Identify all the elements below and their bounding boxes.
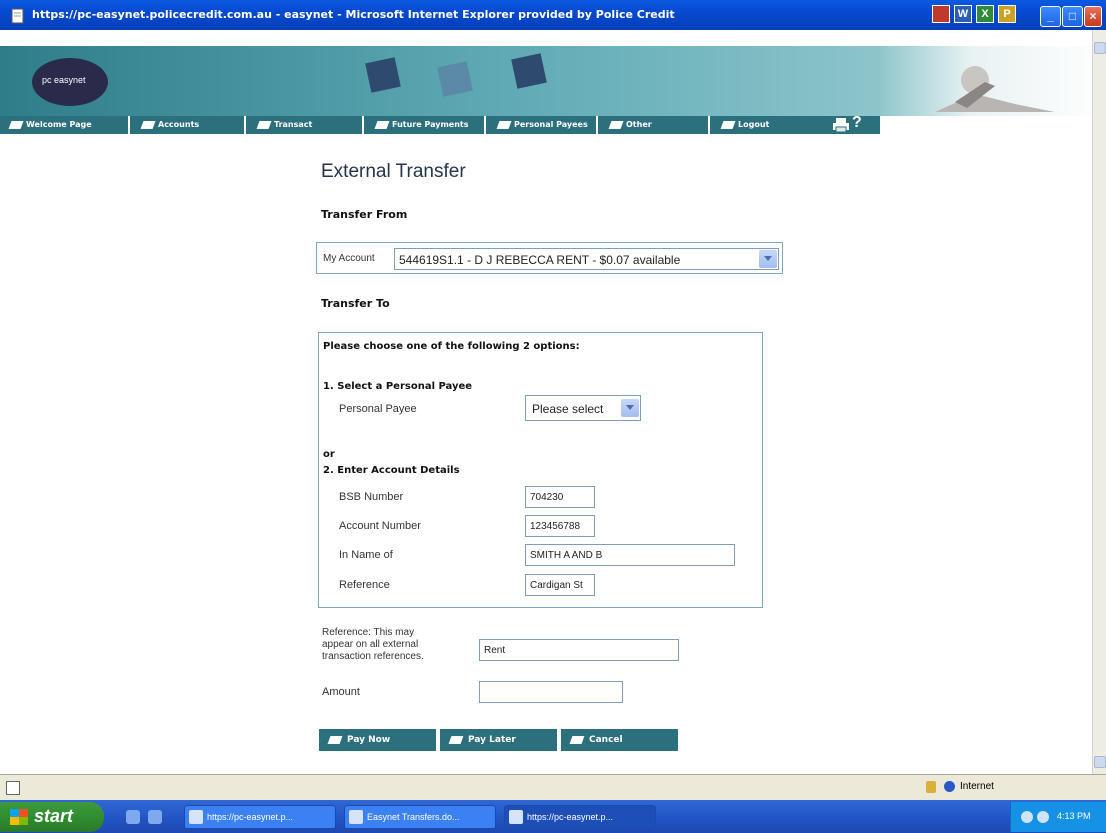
nav-logout[interactable]: Logout bbox=[712, 116, 826, 134]
windows-logo-icon bbox=[10, 809, 28, 825]
scroll-up-icon[interactable] bbox=[1094, 42, 1106, 54]
bsb-number-input[interactable]: 704230 bbox=[525, 486, 595, 508]
or-label: or bbox=[323, 449, 335, 460]
window-title: https://pc-easynet.policecredit.com.au -… bbox=[32, 8, 675, 21]
ie-icon bbox=[509, 810, 523, 824]
account-select[interactable]: 544619S1.1 - D J REBECCA RENT - $0.07 av… bbox=[394, 248, 779, 270]
vertical-scrollbar[interactable] bbox=[1092, 30, 1106, 774]
help-icon[interactable]: ? bbox=[852, 114, 862, 132]
desktop-quicklaunch-icon[interactable] bbox=[148, 810, 162, 824]
amount-label: Amount bbox=[322, 686, 360, 698]
nav-welcome-page[interactable]: Welcome Page bbox=[0, 116, 130, 134]
flag-icon bbox=[569, 736, 585, 744]
person-laptop-image bbox=[935, 66, 1055, 112]
clock: 4:13 PM bbox=[1057, 811, 1091, 821]
cancel-button[interactable]: Cancel bbox=[561, 729, 678, 751]
pay-now-button[interactable]: Pay Now bbox=[319, 729, 436, 751]
lock-icon[interactable] bbox=[926, 781, 936, 793]
account-number-input[interactable]: 123456788 bbox=[525, 515, 595, 537]
maximize-button[interactable]: □ bbox=[1062, 6, 1083, 27]
title-bar: https://pc-easynet.policecredit.com.au -… bbox=[0, 0, 1106, 30]
reference-label: Reference bbox=[339, 579, 390, 591]
close-button[interactable]: × bbox=[1084, 6, 1102, 27]
my-account-label: My Account bbox=[323, 253, 375, 264]
reference-note: Reference: This may appear on all extern… bbox=[322, 627, 424, 662]
word-icon[interactable]: W bbox=[954, 5, 972, 23]
tray-icon[interactable] bbox=[1021, 811, 1033, 823]
scroll-down-icon[interactable] bbox=[1094, 756, 1106, 768]
ie-icon bbox=[189, 810, 203, 824]
flag-icon bbox=[8, 121, 24, 129]
puzzle-graphic bbox=[365, 57, 401, 93]
flag-icon bbox=[140, 121, 156, 129]
bsb-number-label: BSB Number bbox=[339, 491, 404, 503]
chevron-down-icon[interactable] bbox=[621, 399, 639, 417]
globe-icon bbox=[944, 781, 955, 792]
maximize-icon: □ bbox=[1068, 9, 1077, 23]
puzzle-graphic bbox=[511, 53, 547, 89]
page-done-icon bbox=[6, 781, 20, 795]
flag-icon bbox=[496, 121, 512, 129]
taskbar-item[interactable]: Easynet Transfers.do... bbox=[344, 805, 496, 829]
amount-input[interactable] bbox=[479, 681, 623, 703]
word-doc-icon bbox=[349, 810, 363, 824]
options-heading: Please choose one of the following 2 opt… bbox=[323, 341, 580, 352]
puzzle-graphic bbox=[437, 61, 473, 97]
site-banner: pc easynet bbox=[0, 30, 1106, 116]
flag-icon bbox=[720, 121, 736, 129]
personal-payee-select[interactable]: Please select bbox=[525, 395, 641, 421]
start-button[interactable]: start bbox=[0, 802, 104, 832]
ie-quicklaunch-icon[interactable] bbox=[126, 810, 140, 824]
security-zone: Internet bbox=[960, 781, 994, 792]
browser-window: https://pc-easynet.policecredit.com.au -… bbox=[0, 0, 1106, 833]
flag-icon bbox=[256, 121, 272, 129]
minimize-button[interactable]: _ bbox=[1040, 6, 1061, 27]
flag-icon bbox=[448, 736, 464, 744]
taskbar-item[interactable]: https://pc-easynet.p... bbox=[184, 805, 336, 829]
excel-icon[interactable]: X bbox=[976, 5, 994, 23]
powerpoint-icon[interactable]: P bbox=[998, 5, 1016, 23]
printer-icon[interactable] bbox=[832, 117, 850, 133]
pay-later-button[interactable]: Pay Later bbox=[440, 729, 557, 751]
in-name-of-input[interactable]: SMITH A AND B bbox=[525, 544, 735, 566]
reference-input[interactable]: Cardigan St bbox=[525, 574, 595, 596]
status-bar: Internet bbox=[0, 774, 1106, 800]
nav-other[interactable]: Other bbox=[600, 116, 710, 134]
chevron-down-icon[interactable] bbox=[759, 250, 777, 268]
nav-accounts[interactable]: Accounts bbox=[132, 116, 246, 134]
page-title: External Transfer bbox=[321, 161, 466, 182]
transfer-from-label: Transfer From bbox=[321, 208, 408, 221]
easynet-logo[interactable]: pc easynet bbox=[32, 58, 108, 106]
account-number-label: Account Number bbox=[339, 520, 421, 532]
transfer-to-box: Please choose one of the following 2 opt… bbox=[318, 332, 763, 608]
transfer-to-label: Transfer To bbox=[321, 297, 390, 310]
main-content: External Transfer Transfer From My Accou… bbox=[0, 134, 1092, 774]
nav-personal-payees[interactable]: Personal Payees bbox=[488, 116, 598, 134]
volume-icon[interactable] bbox=[1037, 811, 1049, 823]
option2-heading: 2. Enter Account Details bbox=[323, 465, 460, 476]
main-nav: Welcome Page Accounts Transact Future Pa… bbox=[0, 114, 880, 134]
system-tray: 4:13 PM bbox=[1010, 802, 1106, 832]
app-icon-red[interactable] bbox=[932, 5, 950, 23]
taskbar: start https://pc-easynet.p... Easynet Tr… bbox=[0, 800, 1106, 833]
minimize-icon: _ bbox=[1047, 9, 1054, 23]
transfer-from-box: My Account 544619S1.1 - D J REBECCA RENT… bbox=[316, 242, 783, 274]
ie-page-icon bbox=[11, 8, 24, 24]
nav-future-payments[interactable]: Future Payments bbox=[366, 116, 486, 134]
personal-payee-label: Personal Payee bbox=[339, 403, 417, 415]
external-reference-input[interactable]: Rent bbox=[479, 639, 679, 661]
taskbar-item-active[interactable]: https://pc-easynet.p... bbox=[504, 805, 656, 829]
in-name-of-label: In Name of bbox=[339, 549, 393, 561]
option1-heading: 1. Select a Personal Payee bbox=[323, 381, 473, 392]
flag-icon bbox=[608, 121, 624, 129]
flag-icon bbox=[327, 736, 343, 744]
flag-icon bbox=[374, 121, 390, 129]
close-icon: × bbox=[1089, 9, 1097, 23]
nav-transact[interactable]: Transact bbox=[248, 116, 364, 134]
